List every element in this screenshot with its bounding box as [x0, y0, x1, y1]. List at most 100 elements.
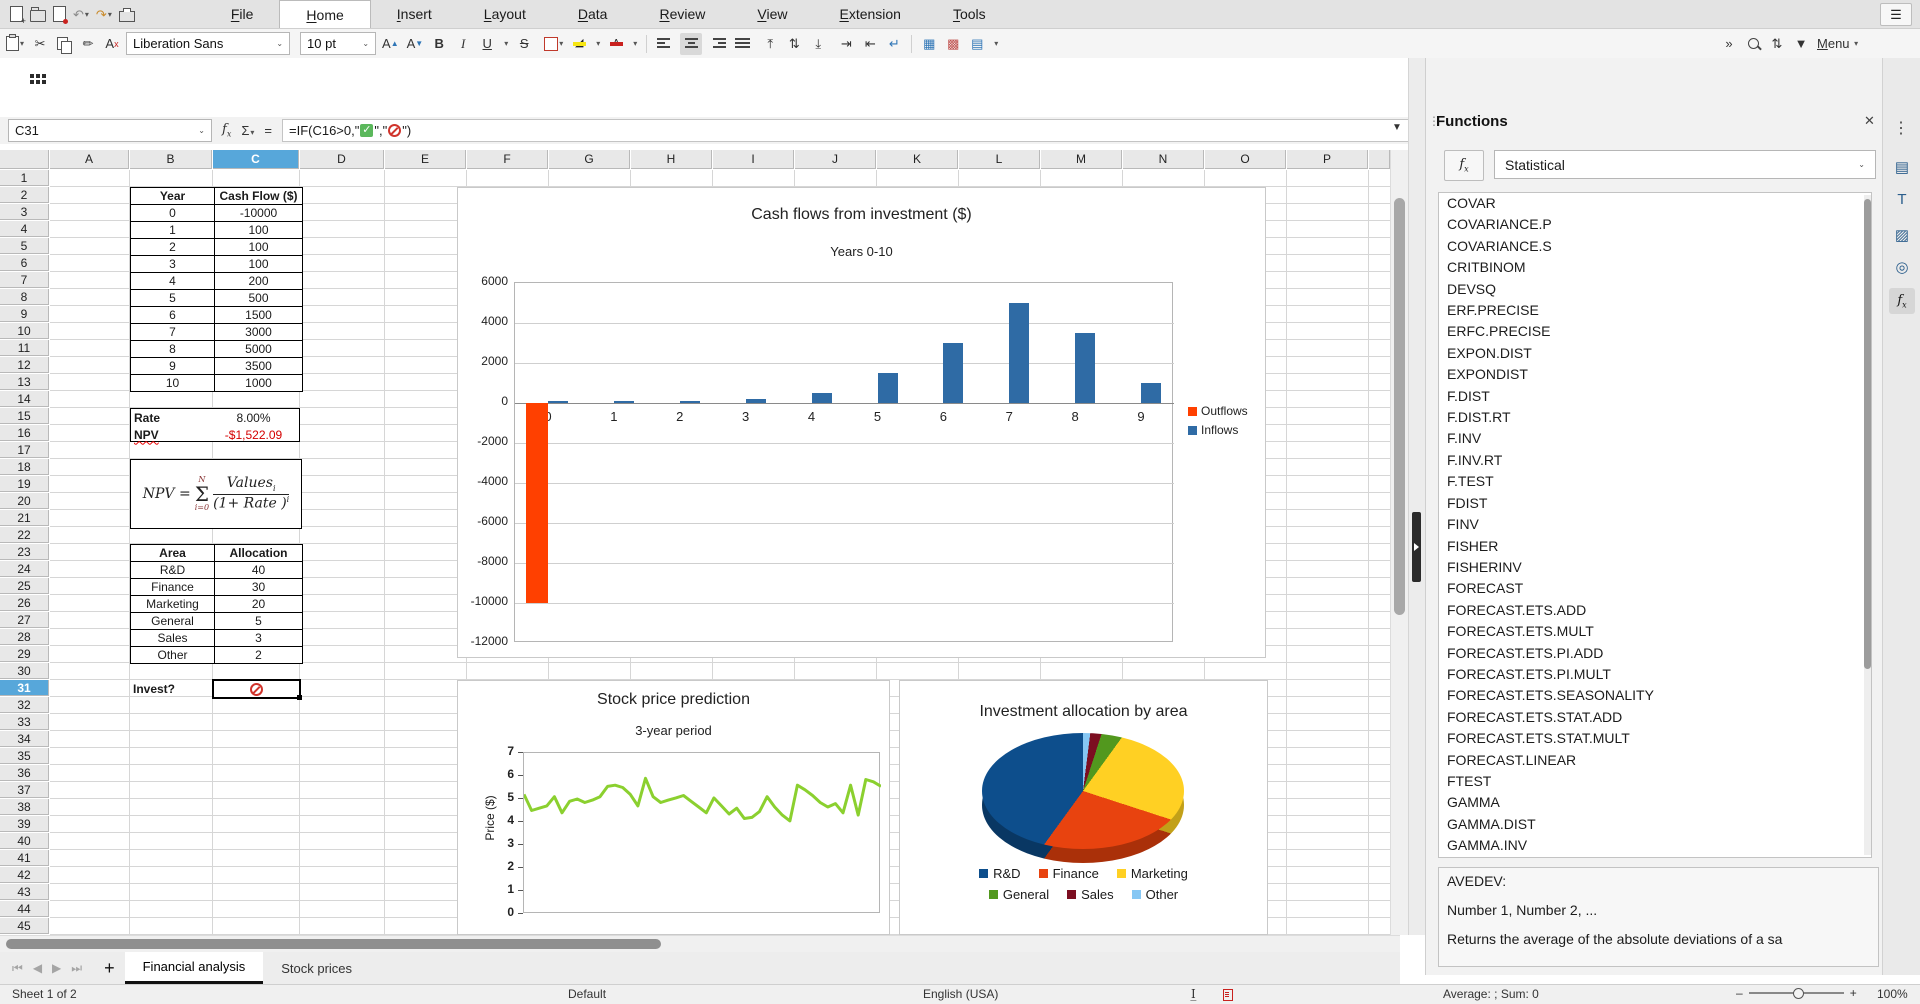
row-header-18[interactable]: 18: [0, 459, 49, 475]
function-item-expondist[interactable]: EXPONDIST: [1439, 364, 1871, 385]
row-header-9[interactable]: 9: [0, 306, 49, 322]
strikethrough-button[interactable]: S: [516, 33, 532, 55]
row-header-21[interactable]: 21: [0, 510, 49, 526]
selected-cell-c31[interactable]: [212, 679, 301, 699]
background-color-button[interactable]: ◢: [571, 33, 587, 55]
formula-bar-expand-icon[interactable]: ▼: [1392, 122, 1402, 133]
column-header-M[interactable]: M: [1041, 150, 1122, 169]
name-box[interactable]: C31⌄: [8, 119, 212, 142]
borders-button[interactable]: ▾: [544, 33, 563, 55]
column-header-partial[interactable]: [1369, 150, 1390, 169]
invest-label-cell[interactable]: Invest?: [133, 680, 212, 697]
function-item-covar[interactable]: COVAR: [1439, 193, 1871, 214]
menu-tab-insert[interactable]: Insert: [371, 0, 458, 28]
column-header-O[interactable]: O: [1205, 150, 1286, 169]
line-chart[interactable]: Stock price prediction3-year periodPrice…: [457, 680, 890, 935]
table-cell[interactable]: 40: [215, 562, 303, 579]
merge-center-cells-button[interactable]: ▦: [921, 33, 937, 55]
sheet-tab-stock-prices[interactable]: Stock prices: [263, 952, 370, 984]
formula-input[interactable]: =IF(C16>0,"✓",""): [282, 119, 1420, 142]
inflow-bar[interactable]: [1141, 383, 1161, 403]
function-list[interactable]: COVARCOVARIANCE.PCOVARIANCE.SCRITBINOMDE…: [1438, 192, 1872, 858]
styles-deck-icon[interactable]: T: [1889, 186, 1915, 212]
menu-tab-view[interactable]: View: [731, 0, 813, 28]
function-item-f.test[interactable]: F.TEST: [1439, 471, 1871, 492]
column-header-I[interactable]: I: [713, 150, 794, 169]
zoom-slider[interactable]: – +: [1736, 989, 1857, 997]
cashflow-table[interactable]: YearCash Flow ($)0-100001100210031004200…: [130, 187, 303, 392]
table-cell[interactable]: 3: [131, 256, 215, 273]
properties-deck-icon[interactable]: ▤: [1889, 154, 1915, 180]
table-cell[interactable]: 5: [215, 613, 303, 630]
row-header-7[interactable]: 7: [0, 272, 49, 288]
row-header-8[interactable]: 8: [0, 289, 49, 305]
align-top-button[interactable]: ⤒: [762, 33, 778, 55]
bar-chart[interactable]: Cash flows from investment ($)Years 0-10…: [457, 187, 1266, 658]
row-header-34[interactable]: 34: [0, 731, 49, 747]
rate-label-cell[interactable]: Rate: [134, 409, 213, 426]
rate-npv-block[interactable]: Rate8.00%NPV-$1,522.09: [130, 408, 300, 442]
menu-tab-review[interactable]: Review: [633, 0, 731, 28]
row-header-15[interactable]: 15: [0, 408, 49, 424]
bold-button[interactable]: B: [431, 33, 447, 55]
sort-icon[interactable]: ⇅: [1769, 33, 1785, 55]
row-header-20[interactable]: 20: [0, 493, 49, 509]
column-header-A[interactable]: A: [50, 150, 129, 169]
vertical-scrollbar[interactable]: [1390, 150, 1409, 935]
column-header-G[interactable]: G: [549, 150, 630, 169]
inflow-bar[interactable]: [548, 401, 568, 403]
navigator-deck-icon[interactable]: ◎: [1889, 254, 1915, 280]
row-header-30[interactable]: 30: [0, 663, 49, 679]
menu-tab-extension[interactable]: Extension: [813, 0, 927, 28]
zoom-slider-knob[interactable]: [1793, 988, 1804, 999]
align-center-button[interactable]: [680, 33, 702, 55]
search-icon[interactable]: [1745, 33, 1761, 55]
npv-formula-image[interactable]: NPV =NΣi=0Valuesi(1+ Rate )i: [130, 459, 302, 529]
row-header-11[interactable]: 11: [0, 340, 49, 356]
pie-chart[interactable]: Investment allocation by areaR&DFinanceM…: [899, 680, 1268, 935]
table-cell[interactable]: 5000: [215, 341, 303, 358]
sidebar-hide-handle[interactable]: [1412, 512, 1421, 582]
print-icon[interactable]: [119, 5, 135, 23]
function-wizard-icon[interactable]: fx: [222, 122, 231, 139]
row-header-24[interactable]: 24: [0, 561, 49, 577]
row-header-32[interactable]: 32: [0, 697, 49, 713]
column-header-B[interactable]: B: [130, 150, 212, 169]
row-header-28[interactable]: 28: [0, 629, 49, 645]
font-size-combobox[interactable]: 10 pt⌄: [300, 32, 376, 55]
row-header-35[interactable]: 35: [0, 748, 49, 764]
table-cell[interactable]: -10000: [215, 205, 303, 222]
menu-tab-home[interactable]: Home: [279, 0, 370, 28]
row-header-12[interactable]: 12: [0, 357, 49, 373]
function-item-fisherinv[interactable]: FISHERINV: [1439, 557, 1871, 578]
row-header-31[interactable]: 31: [0, 680, 49, 696]
function-item-forecast.ets.stat.mult[interactable]: FORECAST.ETS.STAT.MULT: [1439, 728, 1871, 749]
menu-tab-layout[interactable]: Layout: [458, 0, 552, 28]
row-header-43[interactable]: 43: [0, 884, 49, 900]
function-item-forecast.ets.add[interactable]: FORECAST.ETS.ADD: [1439, 600, 1871, 621]
row-header-19[interactable]: 19: [0, 476, 49, 492]
inflow-bar[interactable]: [878, 373, 898, 403]
row-header-44[interactable]: 44: [0, 901, 49, 917]
column-header-K[interactable]: K: [877, 150, 958, 169]
function-item-forecast.ets.seasonality[interactable]: FORECAST.ETS.SEASONALITY: [1439, 685, 1871, 706]
sidebar-settings-icon[interactable]: ⋮: [1893, 118, 1909, 138]
increase-indent-button[interactable]: ⇥: [838, 33, 854, 55]
table-grid-icon[interactable]: [30, 74, 46, 84]
row-header-36[interactable]: 36: [0, 765, 49, 781]
row-header-27[interactable]: 27: [0, 612, 49, 628]
row-header-45[interactable]: 45: [0, 918, 49, 934]
spreadsheet-grid[interactable]: ABCDEFGHIJKLMNOP123456789101112131415161…: [0, 150, 1390, 935]
function-item-forecast[interactable]: FORECAST: [1439, 578, 1871, 599]
function-item-devsq[interactable]: DEVSQ: [1439, 279, 1871, 300]
align-left-button[interactable]: [656, 33, 672, 55]
add-sheet-button[interactable]: +: [94, 952, 125, 984]
underline-button[interactable]: U: [479, 33, 495, 55]
vertical-scrollbar-thumb[interactable]: [1394, 198, 1405, 615]
horizontal-scrollbar-thumb[interactable]: [6, 939, 661, 949]
column-header-E[interactable]: E: [385, 150, 466, 169]
function-item-erfc.precise[interactable]: ERFC.PRECISE: [1439, 321, 1871, 342]
inflow-bar[interactable]: [746, 399, 766, 403]
table-cell[interactable]: 2: [131, 239, 215, 256]
column-header-H[interactable]: H: [631, 150, 712, 169]
